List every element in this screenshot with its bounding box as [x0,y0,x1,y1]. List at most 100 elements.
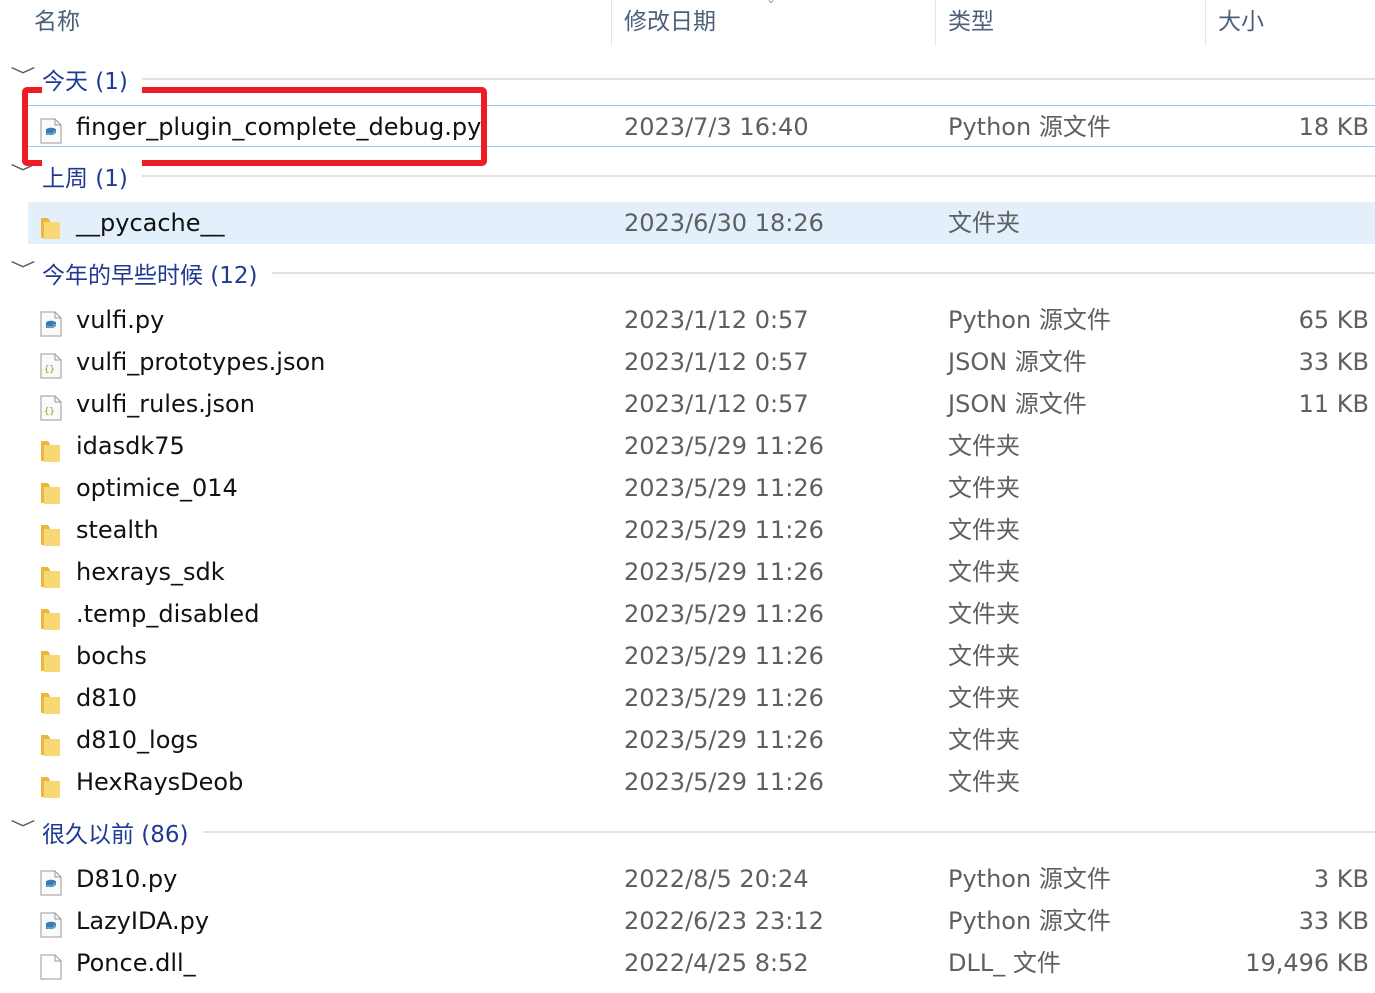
file-type: 文件夹 [948,642,1020,670]
file-type: 文件夹 [948,209,1020,237]
file-date: 2023/5/29 11:26 [624,432,824,460]
file-row[interactable]: {} vulfi_rules.json 2023/1/12 0:57 JSON … [0,383,1375,425]
file-row[interactable]: optimice_014 2023/5/29 11:26 文件夹 [0,467,1375,509]
file-type: 文件夹 [948,516,1020,544]
file-type: 文件夹 [948,558,1020,586]
column-separator[interactable] [611,0,612,46]
file-name: LazyIDA.py [76,907,210,935]
column-header-date[interactable]: 修改日期 [624,0,716,46]
folder-icon [40,728,62,756]
file-date: 2023/5/29 11:26 [624,684,824,712]
folder-icon [40,602,62,630]
folder-icon [40,770,62,798]
group-header[interactable]: ﹀ 上周 (1) [0,147,1375,202]
group-divider [42,78,1375,80]
group-divider [42,831,1375,833]
python-file-icon [40,308,62,337]
file-name: D810.py [76,865,178,893]
folder-icon [40,434,62,462]
group-label: 今天 (1) [42,62,142,96]
file-type: 文件夹 [948,684,1020,712]
group-header[interactable]: ﹀ 今年的早些时候 (12) [0,244,1375,299]
file-date: 2023/5/29 11:26 [624,642,824,670]
file-type: 文件夹 [948,600,1020,628]
file-list: ﹀ 今天 (1) finger_plugin_complete_debug.py … [0,50,1375,984]
json-file-icon: {} [40,350,62,379]
file-row[interactable]: finger_plugin_complete_debug.py 2023/7/3… [28,105,1375,147]
file-row[interactable]: __pycache__ 2023/6/30 18:26 文件夹 [28,202,1375,244]
file-type: 文件夹 [948,768,1020,796]
file-name: HexRaysDeob [76,768,244,796]
file-size: 65 KB [1298,306,1369,334]
file-name: Ponce.dll_ [76,949,196,977]
group-label: 上周 (1) [42,159,142,193]
file-type: 文件夹 [948,726,1020,754]
file-row[interactable]: {} vulfi_prototypes.json 2023/1/12 0:57 … [0,341,1375,383]
chevron-down-icon[interactable]: ﹀ [10,159,35,185]
file-type: Python 源文件 [948,113,1111,141]
file-name: vulfi_rules.json [76,390,255,418]
file-type: Python 源文件 [948,865,1111,893]
file-row[interactable]: idasdk75 2023/5/29 11:26 文件夹 [0,425,1375,467]
file-size: 18 KB [1298,113,1369,141]
file-type: Python 源文件 [948,907,1111,935]
file-size: 3 KB [1313,865,1369,893]
python-file-icon [40,867,62,896]
file-row[interactable]: .temp_disabled 2023/5/29 11:26 文件夹 [0,593,1375,635]
group-label: 很久以前 (86) [42,815,203,849]
folder-icon [40,211,62,239]
file-row[interactable]: Ponce.dll_ 2022/4/25 8:52 DLL_ 文件 19,496… [0,942,1375,984]
sort-chevron-icon: ⌄ [766,0,776,6]
file-name: optimice_014 [76,474,238,502]
json-file-icon: {} [40,392,62,421]
file-row[interactable]: hexrays_sdk 2023/5/29 11:26 文件夹 [0,551,1375,593]
file-date: 2023/5/29 11:26 [624,768,824,796]
file-name: .temp_disabled [76,600,260,628]
file-name: d810_logs [76,726,199,754]
file-date: 2023/5/29 11:26 [624,558,824,586]
file-row[interactable]: bochs 2023/5/29 11:26 文件夹 [0,635,1375,677]
file-date: 2023/6/30 18:26 [624,209,824,237]
file-row[interactable]: HexRaysDeob 2023/5/29 11:26 文件夹 [0,761,1375,803]
file-name: idasdk75 [76,432,185,460]
column-separator[interactable] [935,0,936,46]
file-date: 2022/4/25 8:52 [624,949,809,977]
column-header-type[interactable]: 类型 [948,0,994,46]
group-header[interactable]: ﹀ 今天 (1) [0,50,1375,105]
file-name: bochs [76,642,147,670]
folder-icon [40,686,62,714]
file-date: 2023/5/29 11:26 [624,516,824,544]
file-row[interactable]: LazyIDA.py 2022/6/23 23:12 Python 源文件 33… [0,900,1375,942]
file-row[interactable]: d810 2023/5/29 11:26 文件夹 [0,677,1375,719]
file-date: 2023/5/29 11:26 [624,600,824,628]
chevron-down-icon[interactable]: ﹀ [10,256,35,282]
column-separator[interactable] [1205,0,1206,46]
column-header-name[interactable]: 名称 [34,0,80,46]
chevron-down-icon[interactable]: ﹀ [10,815,35,841]
file-row[interactable]: stealth 2023/5/29 11:26 文件夹 [0,509,1375,551]
folder-icon [40,644,62,672]
file-name: __pycache__ [76,209,225,237]
file-date: 2023/5/29 11:26 [624,726,824,754]
folder-icon [40,560,62,588]
python-file-icon [40,115,62,144]
group-header[interactable]: ﹀ 很久以前 (86) [0,803,1375,858]
file-row[interactable]: vulfi.py 2023/1/12 0:57 Python 源文件 65 KB [0,299,1375,341]
file-type: 文件夹 [948,474,1020,502]
file-row[interactable]: d810_logs 2023/5/29 11:26 文件夹 [0,719,1375,761]
group-label: 今年的早些时候 (12) [42,256,272,290]
svg-text:{}: {} [44,407,55,417]
folder-icon [40,518,62,546]
folder-icon [40,476,62,504]
group-divider [42,175,1375,177]
file-date: 2022/8/5 20:24 [624,865,809,893]
file-row[interactable]: D810.py 2022/8/5 20:24 Python 源文件 3 KB [0,858,1375,900]
file-date: 2023/1/12 0:57 [624,390,809,418]
file-type: Python 源文件 [948,306,1111,334]
file-name: vulfi.py [76,306,165,334]
file-size: 33 KB [1298,348,1369,376]
chevron-down-icon[interactable]: ﹀ [10,62,35,88]
column-header-size[interactable]: 大小 [1218,0,1264,46]
file-date: 2023/1/12 0:57 [624,348,809,376]
file-type: DLL_ 文件 [948,949,1061,977]
